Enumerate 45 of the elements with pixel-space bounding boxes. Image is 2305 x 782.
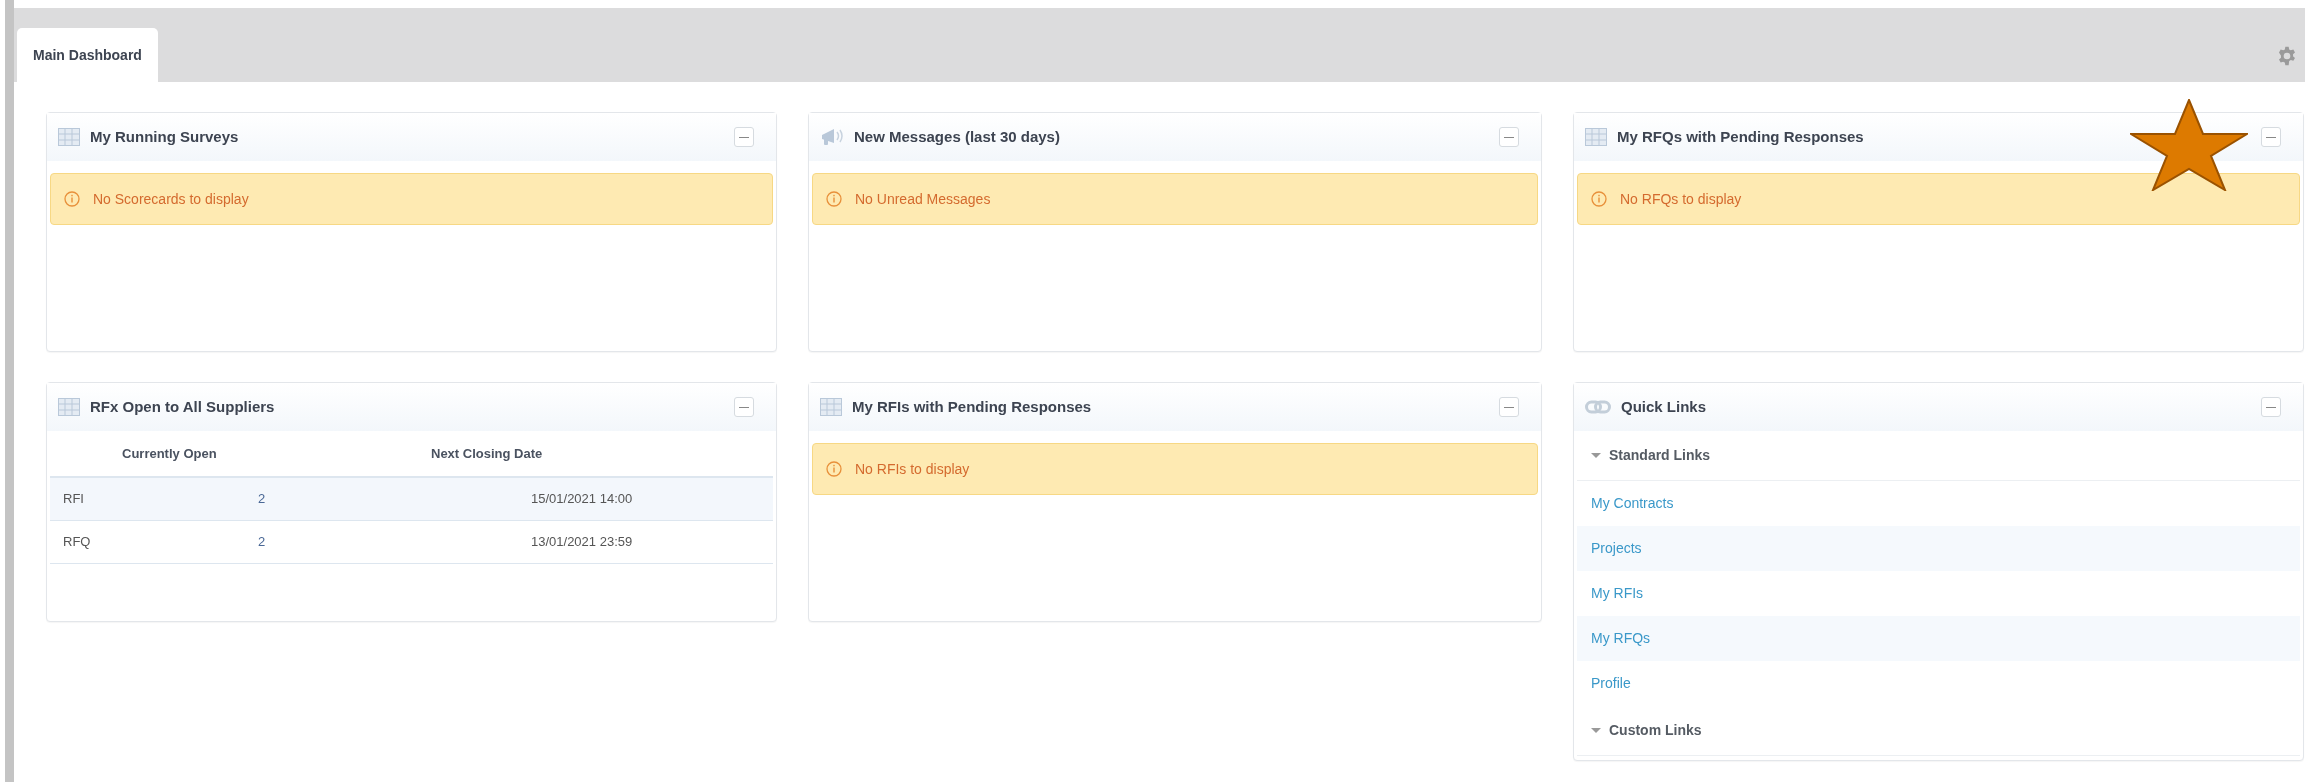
alert-message: No RFIs to display [855,459,970,479]
quick-link[interactable]: My RFIs [1591,583,1644,604]
widget-title: My RFQs with Pending Responses [1617,126,1865,147]
quick-link[interactable]: Projects [1591,538,1642,559]
minimize-button[interactable] [734,397,754,417]
alert-message: No Unread Messages [855,189,991,209]
link-icon [1585,400,1611,414]
settings-icon[interactable] [2277,46,2297,66]
alert-message: No Scorecards to display [93,189,249,209]
star-icon [2130,99,2248,191]
grid-icon [820,398,842,416]
widget-title: New Messages (last 30 days) [854,126,1061,147]
grid-icon [1585,128,1607,146]
caret-icon [1591,728,1601,733]
alert-message: No RFQs to display [1620,189,1742,209]
quick-link[interactable]: My RFQs [1591,628,1651,649]
widget-title: My Running Surveys [90,126,240,147]
column-header: Next Closing Date [431,444,543,463]
minimize-button[interactable] [734,127,754,147]
widget-title: RFx Open to All Suppliers [90,396,276,417]
minimize-button[interactable] [1499,127,1519,147]
quick-link[interactable]: My Contracts [1591,493,1674,514]
info-icon [826,461,842,477]
megaphone-icon [820,127,844,147]
widget-title: Quick Links [1621,396,1708,417]
minimize-button[interactable] [1499,397,1519,417]
minimize-button[interactable] [2261,127,2281,147]
info-icon [826,191,842,207]
info-icon [1591,191,1607,207]
widget-title: My RFIs with Pending Responses [852,396,1093,417]
table-cell-text: 2 [258,490,267,509]
table-cell-text: 13/01/2021 23:59 [531,533,633,552]
table-cell-text: 15/01/2021 14:00 [531,490,633,509]
info-icon [64,191,80,207]
dashboard-tab[interactable]: Main Dashboard [17,28,158,82]
quick-link[interactable]: Profile [1591,673,1631,694]
grid-icon [58,128,80,146]
table-cell-text: RFI [62,490,85,509]
table-cell-text: 2 [258,533,267,552]
section-header[interactable]: Custom Links [1577,706,2300,756]
grid-icon [58,398,80,416]
column-header: Currently Open [121,444,218,463]
caret-icon [1591,453,1601,458]
minimize-button[interactable] [2261,397,2281,417]
table-cell-text: RFQ [62,533,92,552]
